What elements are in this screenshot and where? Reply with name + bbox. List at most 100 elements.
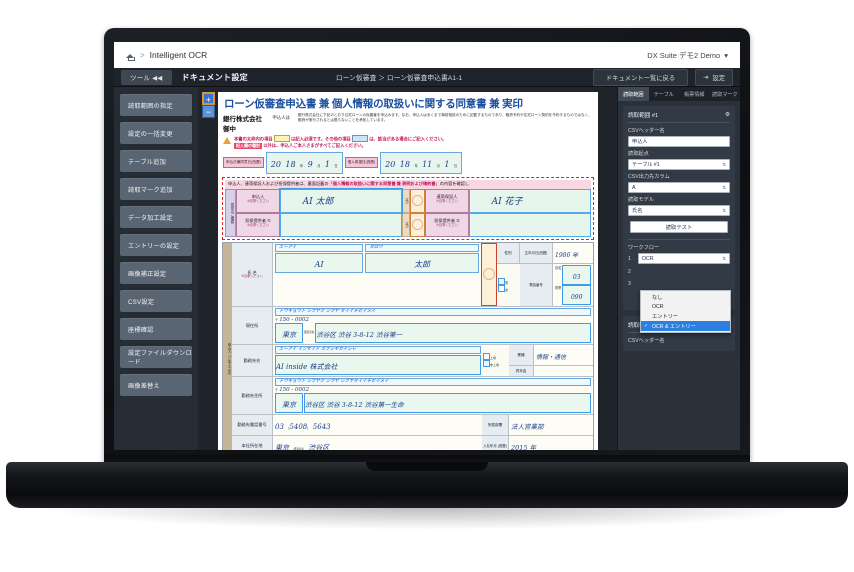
unit-month: 月 [317, 163, 321, 168]
gear-icon[interactable]: ⚙ [725, 112, 730, 118]
breadcrumb-label[interactable]: Intelligent OCR [150, 50, 208, 60]
sidebar-item-label: 読取マーク追加 [128, 186, 173, 194]
form-warning: 本書の太枠内の項目 は記入必須です。その他の項目 は、該当がある場合にご記入くだ… [218, 134, 598, 151]
sidebar-item-add-mark[interactable]: 読取マーク追加 [120, 178, 192, 200]
capital-value[interactable] [534, 365, 593, 376]
checkbox-male[interactable] [498, 277, 505, 285]
company-address-cell[interactable]: トウキョウト シブヤク シブヤ シブヤダイイチセイメイ 〒 150 - 0002… [273, 376, 593, 414]
origin-select[interactable]: テーブル #1 ⇅ [628, 159, 730, 170]
workflow-select-2[interactable] [638, 267, 730, 276]
yellow-chip [273, 135, 290, 142]
dept-value[interactable]: 法人営業部 [509, 414, 593, 435]
tel-values[interactable]: 自宅 03 携帯 090 [553, 263, 593, 306]
checkbox-unlisted[interactable] [483, 360, 490, 368]
account-menu[interactable]: DX Suite デモ2 Demo ▾ [647, 50, 728, 61]
selected-read-area-block[interactable]: 申込人、連帯保証人および担保提供者は、裏面記載の「個人情報の取扱いに関する同意書… [222, 176, 594, 240]
hq-cell[interactable]: 東京 都道府県 渋谷区 [273, 435, 482, 450]
sidebar-item-replace-image[interactable]: 画像差替え [120, 374, 192, 396]
address-rest: 渋谷区 渋谷 3-8-12 渋谷第一 [316, 330, 403, 339]
csv-header-input[interactable]: 申込人 [628, 136, 730, 147]
sex-options[interactable]: 男 女 [497, 264, 520, 306]
table-row: 勤務先電話番号 03 (5408) 5643 所属部署 法人営業部 [232, 414, 593, 436]
applicant-signature-field[interactable]: AI 太郎 [279, 187, 403, 214]
sex-male-option[interactable]: 男 [498, 277, 520, 285]
chevron-down-icon: ▾ [724, 50, 728, 60]
join-date-value[interactable]: 2015 年 [509, 435, 593, 450]
tool-collapse-button[interactable]: ツール ◀◀ [121, 69, 172, 85]
sidebar-item-download-config[interactable]: 設定ファイルダウンロード [120, 346, 192, 368]
loan-date-d: 1 [444, 159, 450, 169]
sidebar-item-label: 座標確認 [128, 326, 154, 334]
form-bank-line: 銀行株式会社 御中 申込人は 銀行株式会社に下記のとおり住宅ローンの仮審査を申込… [218, 112, 598, 134]
apply-date-value[interactable]: 20 18 年 9 月 1 日 [265, 151, 343, 174]
settings-button[interactable]: ⇥ 設定 [695, 68, 733, 86]
address-cell[interactable]: トウキョウト シブヤク シブヤ ダイイチセイメイ 〒 150 - 0002 東京 [273, 306, 593, 344]
sidebar-item-bulk-change[interactable]: 設定の一括変更 [120, 122, 192, 144]
tel-home-label: 自宅 [555, 265, 562, 270]
row-label-company-address: 勤務先住所 [232, 376, 273, 414]
guarantor-signature-field[interactable]: AI 花子 [469, 188, 591, 213]
company-cell[interactable]: エーアイ インサイド カブシキガイシャ AI inside 株式会社 [273, 344, 483, 376]
sidebar-item-entry-settings[interactable]: エントリーの設定 [120, 234, 192, 256]
collateral2-signature-field[interactable] [469, 212, 591, 237]
tab-form-info[interactable]: 帳票情報 [679, 87, 710, 101]
industry-value[interactable]: 情報・通信 [534, 344, 593, 365]
collateral1-signature-field[interactable] [280, 212, 402, 237]
back-to-document-list-button[interactable]: ドキュメント一覧に戻る [592, 68, 689, 86]
company-tel-c: 5643 [312, 422, 331, 431]
model-value: 氏名 [632, 208, 643, 214]
unit-day-2: 日 [453, 163, 458, 168]
document-canvas[interactable]: + − ローン仮審査申込書 兼 個人情報の取扱いに関する同意書 兼 実印 銀行株… [198, 87, 617, 450]
stepper-arrows-icon: ⇅ [722, 184, 726, 190]
tab-table[interactable]: テーブル [649, 87, 680, 101]
model-select[interactable]: 氏名 ⇅ [628, 205, 730, 216]
divider [628, 239, 730, 240]
home-icon[interactable] [126, 51, 136, 61]
zoom-in-button[interactable]: + [202, 92, 215, 105]
workflow-dropdown-menu[interactable]: なし OCR エントリー OCR & エントリー [640, 290, 731, 333]
listed-options[interactable]: 上場 非上場 [483, 345, 509, 376]
dropdown-option-entry[interactable]: エントリー [641, 311, 730, 321]
loan-date-value[interactable]: 20 18 年 11 月 1 日 [380, 151, 463, 174]
sidebar-item-read-area[interactable]: 読取範囲の指定 [120, 94, 192, 116]
sidebar-item-add-table[interactable]: テーブル追加 [120, 150, 192, 172]
name-cell[interactable]: エーアイ タロウ AI 太郎 [273, 242, 481, 306]
company-tel-cell[interactable]: 03 (5408) 5643 [273, 414, 482, 435]
birth-value[interactable]: 1986 年 [553, 242, 593, 263]
stamp-box-1[interactable] [410, 188, 425, 213]
tab-read-mark[interactable]: 読取マーク [710, 87, 741, 101]
company-furigana: エーアイ インサイド カブシキガイシャ [275, 345, 481, 354]
dropdown-option-none[interactable]: なし [641, 292, 730, 302]
workflow-select-3[interactable] [638, 279, 730, 288]
name-stamp-box[interactable] [481, 242, 497, 306]
sidebar-item-label: 設定ファイルダウンロード [128, 350, 192, 366]
stamp-box-2[interactable] [410, 212, 425, 237]
address-kind-label: 都道府県 [304, 330, 315, 334]
dropdown-option-ocr-and-entry[interactable]: OCR & エントリー [641, 321, 730, 331]
birth-label: 生年月日(西暦) [520, 242, 553, 263]
join-date-label: 入社年月 (西暦) [482, 435, 509, 450]
row-note: ※自署ください [241, 274, 263, 279]
industry-label: 業種 [509, 344, 534, 365]
sidebar-item-image-correction[interactable]: 画像補正設定 [120, 262, 192, 284]
sidebar-item-coordinates[interactable]: 座標確認 [120, 318, 192, 340]
tab-read-area[interactable]: 読取範囲 [618, 87, 649, 101]
zoom-out-button[interactable]: − [202, 105, 215, 118]
scanned-form-page[interactable]: ローン仮審査申込書 兼 個人情報の取扱いに関する同意書 兼 実印 銀行株式会社 … [218, 92, 598, 450]
warn-line-1b: は記入必須です。その他の項目 [291, 136, 351, 142]
dropdown-option-ocr[interactable]: OCR [641, 302, 730, 311]
checkbox-listed[interactable] [483, 353, 490, 361]
checkbox-female[interactable] [498, 284, 505, 292]
blue-chip [352, 135, 369, 142]
column-select[interactable]: A ⇅ [628, 182, 730, 193]
csv-header-label: CSVヘッダー名 [628, 128, 665, 134]
zoom-controls: + − [202, 92, 215, 118]
sidebar-item-csv-settings[interactable]: CSV設定 [120, 290, 192, 312]
row-label-company-tel: 勤務先電話番号 [232, 414, 273, 435]
column-value: A [632, 184, 636, 191]
read-test-button[interactable]: 読取テスト [630, 221, 728, 233]
sex-female-option[interactable]: 女 [498, 284, 520, 292]
warn-line-2: 以外は、申込人ご本人さまがすべてご記入ください。 [263, 142, 366, 148]
workflow-select-1[interactable]: OCR ⇅ [638, 253, 730, 264]
sidebar-item-data-processing[interactable]: データ加工設定 [120, 206, 192, 228]
